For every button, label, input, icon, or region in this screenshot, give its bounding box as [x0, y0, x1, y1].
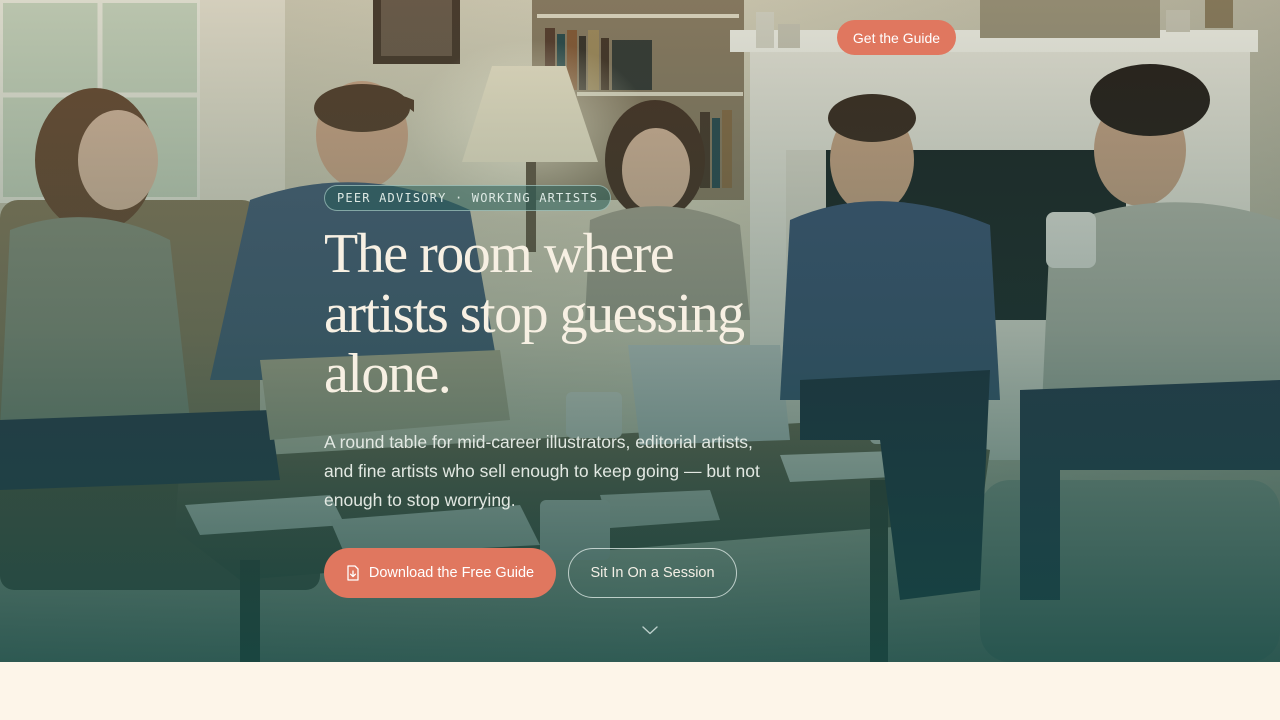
- download-guide-button[interactable]: Download the Free Guide: [324, 548, 556, 598]
- get-guide-button[interactable]: Get the Guide: [837, 20, 956, 55]
- hero-headline: The room where artists stop guessing alone…: [324, 224, 804, 404]
- hero-description: A round table for mid-career illustrator…: [324, 432, 760, 510]
- headline-line: artists stop guessing: [324, 283, 745, 345]
- chevron-down-icon[interactable]: [641, 624, 659, 636]
- sit-in-session-button[interactable]: Sit In On a Session: [568, 548, 737, 598]
- eyebrow-tag: PEER ADVISORY · WORKING ARTISTS: [324, 185, 612, 211]
- hero-section: Get the Guide PEER ADVISORY · WORKING AR…: [0, 0, 1280, 662]
- download-guide-label: Download the Free Guide: [368, 565, 535, 581]
- download-document-icon: [347, 565, 359, 581]
- headline-line: The room where: [324, 223, 675, 285]
- headline-line: alone.: [324, 343, 452, 405]
